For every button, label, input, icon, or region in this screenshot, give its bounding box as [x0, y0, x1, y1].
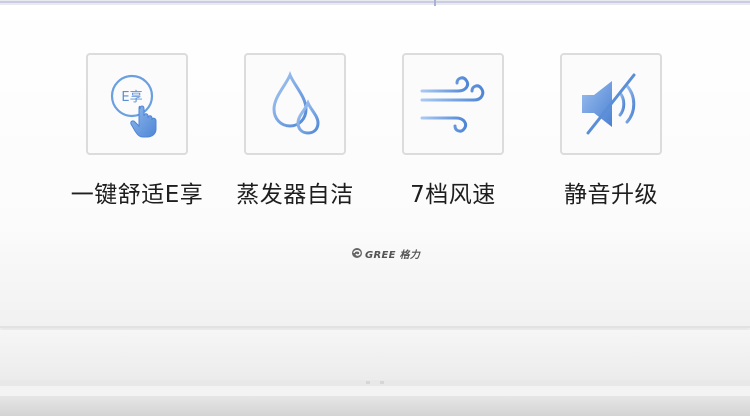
feature-icon-box: E享 [86, 53, 188, 155]
feature-label: 7档风速 [410, 182, 496, 208]
brand-logo-text: GREE 格力 [365, 249, 421, 261]
vent-edge [0, 380, 750, 386]
feature-evaporator-self-clean: 蒸发器自洁 [215, 53, 375, 213]
feature-label: 静音升级 [564, 182, 658, 208]
wind-icon [420, 76, 485, 133]
feature-7-fan-speeds: 7档风速 [373, 53, 533, 213]
feature-label: 一键舒适E享 [70, 182, 204, 208]
top-accent-line [0, 1, 750, 3]
top-notch [434, 0, 436, 6]
bottom-strip [0, 396, 750, 416]
feature-icon-box [560, 53, 662, 155]
feature-icon-box [402, 53, 504, 155]
feature-list: E享 一键舒适E享 蒸发器自洁 7档风速 静音升级 [0, 53, 750, 213]
one-touch-e-comfort-icon: E享 [110, 74, 157, 138]
air-conditioner-panel: E享 一键舒适E享 蒸发器自洁 7档风速 静音升级 GREE 格力 [0, 0, 750, 328]
feature-quiet-upgrade: 静音升级 [531, 53, 691, 213]
water-drops-icon [272, 70, 320, 135]
gree-logo: GREE 格力 [351, 246, 421, 261]
speaker-mute-icon [582, 73, 636, 135]
feature-label: 蒸发器自洁 [236, 182, 354, 208]
gree-swirl-icon [352, 248, 362, 258]
vent-mark [380, 381, 384, 384]
icon-e-text: E享 [121, 89, 142, 105]
air-vent [0, 330, 750, 381]
vent-mark [366, 381, 370, 384]
feature-one-touch-comfort: E享 一键舒适E享 [57, 53, 217, 213]
feature-icon-box [244, 53, 346, 155]
